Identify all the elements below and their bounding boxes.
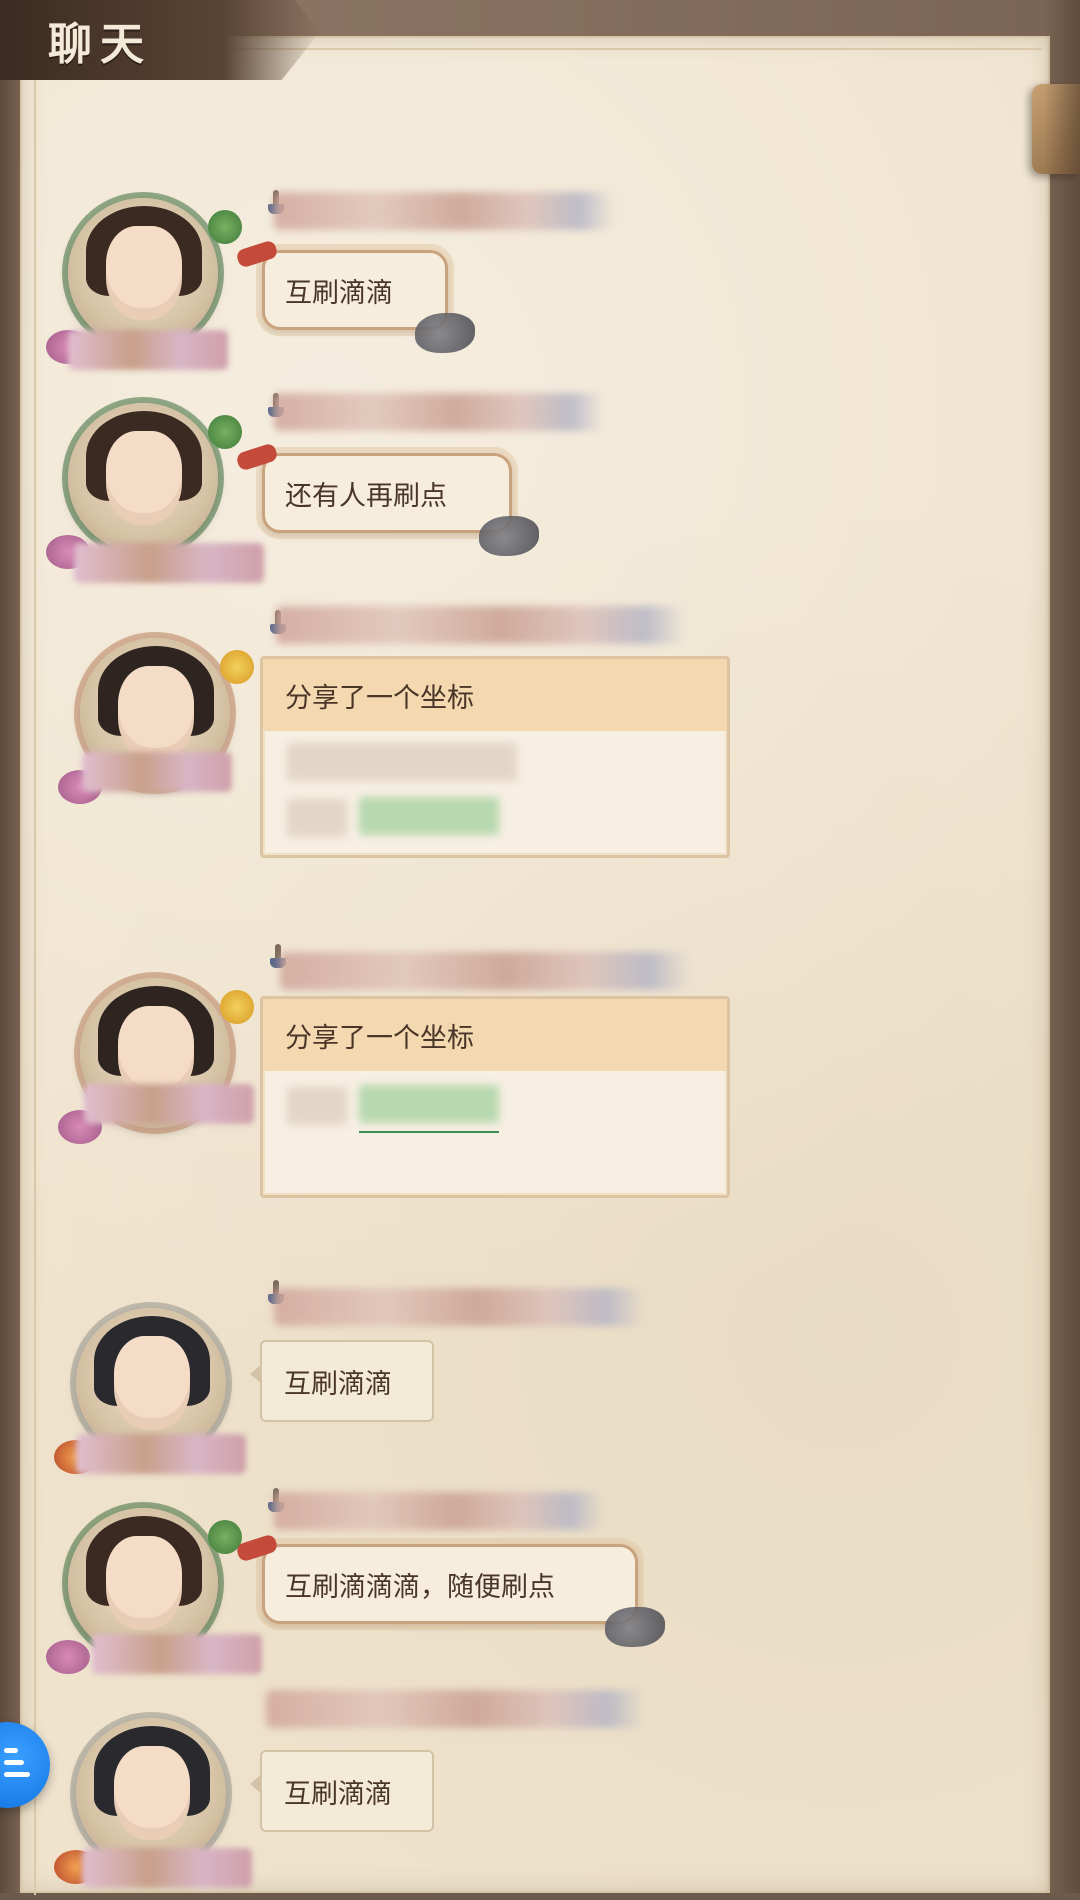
- sender-name-redacted: [76, 1434, 246, 1474]
- sender-title-redacted: [274, 1492, 604, 1530]
- shared-coordinate-card[interactable]: 分享了一个坐标: [260, 656, 730, 858]
- coordinate-link-underline: [359, 1131, 499, 1133]
- message-text: 互刷滴滴: [284, 1778, 392, 1810]
- coordinate-label-redacted: [287, 799, 347, 837]
- sender-name-redacted: [82, 1848, 252, 1888]
- page-title: 聊天: [48, 19, 152, 70]
- message-text: 互刷滴滴: [284, 1368, 392, 1400]
- avatar-flower-lady[interactable]: [58, 960, 258, 1160]
- avatar-badge-icon: [46, 1640, 90, 1674]
- avatar-face: [118, 666, 194, 760]
- avatar-face: [114, 1336, 190, 1430]
- menu-lines-icon: [4, 1748, 30, 1782]
- message-bubble[interactable]: 还有人再刷点: [235, 442, 539, 556]
- coordinate-label-redacted: [287, 1087, 347, 1125]
- sender-title-redacted: [274, 1288, 644, 1326]
- message-bubble[interactable]: 互刷滴滴: [250, 1750, 434, 1832]
- shared-coordinate-card[interactable]: 分享了一个坐标: [260, 996, 730, 1198]
- menu-line: [4, 1772, 30, 1777]
- message-text: 还有人再刷点: [285, 480, 447, 512]
- right-edge-shadow: [1044, 0, 1080, 1893]
- sender-name-redacted: [68, 330, 228, 370]
- sender-title-redacted: [266, 1690, 646, 1728]
- ink-stone-icon: [605, 1607, 665, 1647]
- avatar-face: [106, 431, 182, 525]
- coordinate-link-redacted[interactable]: [359, 1085, 499, 1123]
- sender-name-redacted: [82, 752, 232, 792]
- sender-title-redacted: [274, 393, 604, 431]
- menu-line: [4, 1760, 24, 1765]
- message-text: 互刷滴滴: [285, 277, 393, 309]
- menu-line: [4, 1748, 18, 1753]
- sender-name-redacted: [74, 543, 264, 583]
- coordinate-card-header: 分享了一个坐标: [263, 659, 727, 731]
- avatar-face: [106, 1536, 182, 1630]
- ink-stone-icon: [415, 313, 475, 353]
- message-text: 互刷滴滴滴，随便刷点: [285, 1571, 555, 1603]
- sender-name-redacted: [84, 1084, 254, 1124]
- coordinate-link-redacted[interactable]: [359, 797, 499, 835]
- sender-title-redacted: [274, 192, 614, 230]
- ink-stone-icon: [479, 516, 539, 556]
- message-bubble[interactable]: 互刷滴滴: [250, 1340, 434, 1422]
- sender-title-redacted: [276, 606, 686, 644]
- sender-name-redacted: [92, 1634, 262, 1674]
- bamboo-icon: [208, 210, 242, 244]
- message-bubble[interactable]: 互刷滴滴滴，随便刷点: [235, 1533, 665, 1647]
- avatar-face: [114, 1746, 190, 1840]
- flower-icon: [220, 650, 254, 684]
- bamboo-icon: [208, 415, 242, 449]
- avatar-face: [106, 226, 182, 320]
- coordinate-name-redacted: [287, 743, 517, 781]
- sender-title-redacted: [280, 952, 690, 990]
- coordinate-card-header: 分享了一个坐标: [263, 999, 727, 1071]
- flower-icon: [220, 990, 254, 1024]
- message-bubble[interactable]: 互刷滴滴: [235, 239, 475, 353]
